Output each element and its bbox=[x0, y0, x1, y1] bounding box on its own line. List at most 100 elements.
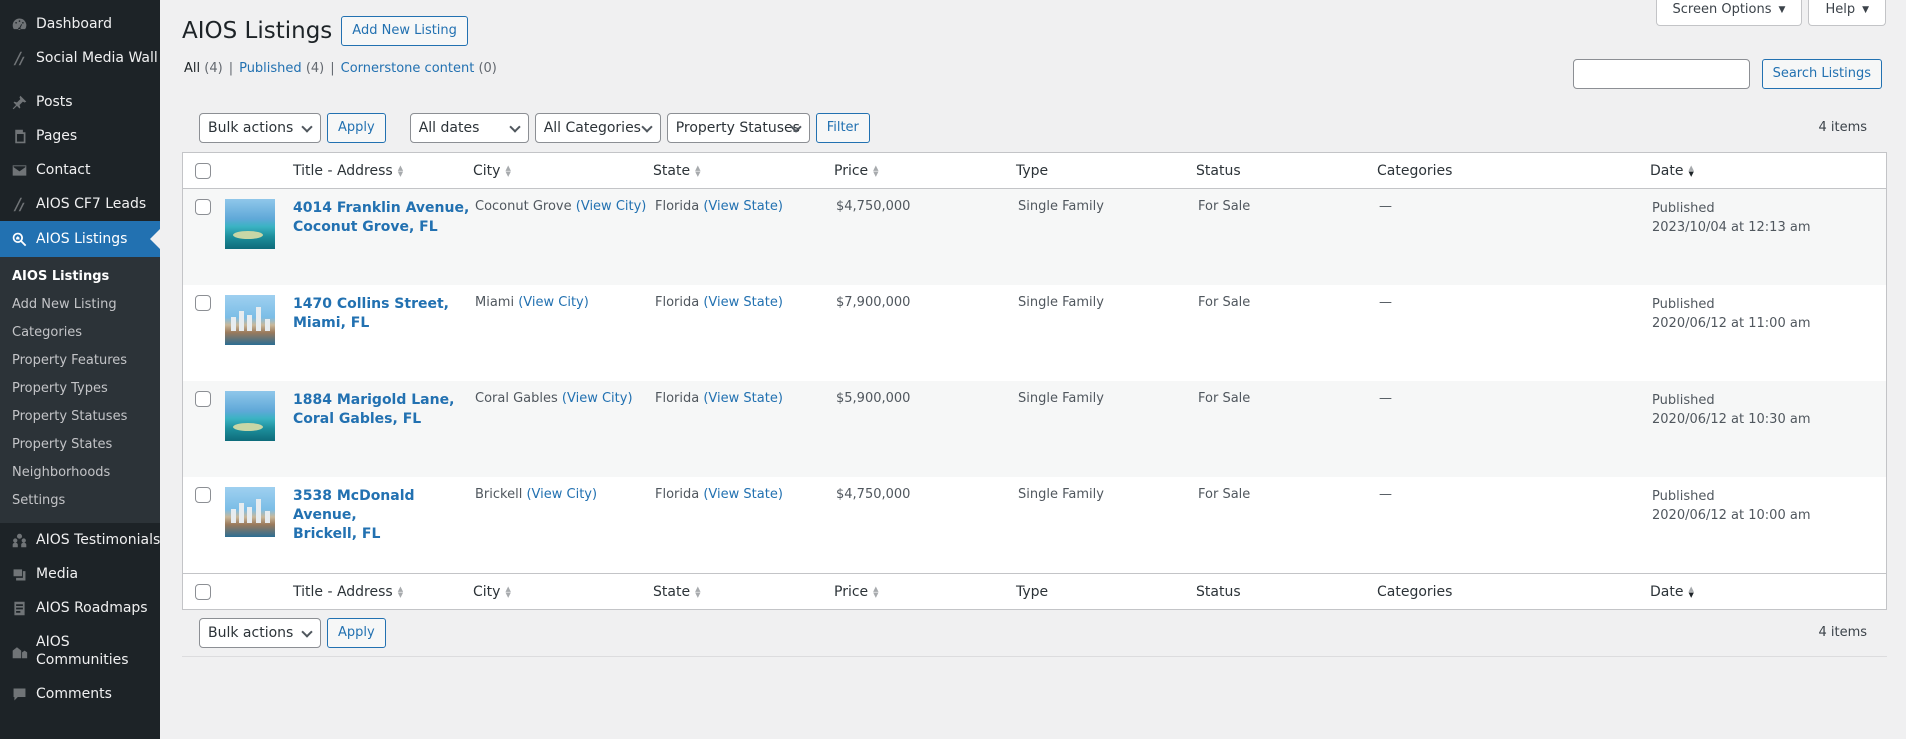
row-checkbox[interactable] bbox=[195, 199, 211, 215]
menu-aios-testimonials[interactable]: AIOS Testimonials bbox=[0, 523, 160, 557]
apply-button[interactable]: Apply bbox=[327, 618, 386, 648]
row-checkbox[interactable] bbox=[195, 295, 211, 311]
view-cornerstone-link[interactable]: Cornerstone content bbox=[341, 61, 475, 76]
select-all-checkbox[interactable] bbox=[195, 162, 211, 179]
type-value: Single Family bbox=[1018, 391, 1104, 406]
screen-options-button[interactable]: Screen Options ▼ bbox=[1655, 0, 1803, 26]
help-button[interactable]: Help ▼ bbox=[1808, 0, 1886, 26]
menu-aios-cf7-leads[interactable]: AIOS CF7 Leads bbox=[0, 187, 160, 221]
pages-icon bbox=[10, 127, 28, 145]
search-listings-button[interactable]: Search Listings bbox=[1761, 59, 1882, 89]
menu-media[interactable]: Media bbox=[0, 557, 160, 591]
table-row: 4014 Franklin Avenue, Coconut Grove, FL Co… bbox=[183, 189, 1886, 285]
menu-aios-listings[interactable]: AIOS Listings bbox=[0, 221, 160, 257]
submenu-settings[interactable]: Settings bbox=[0, 487, 160, 515]
column-categories: Categories bbox=[1377, 162, 1453, 179]
add-new-listing-button[interactable]: Add New Listing bbox=[341, 16, 468, 46]
menu-label: AIOS Listings bbox=[36, 231, 128, 247]
filter-button[interactable]: Filter bbox=[815, 113, 870, 143]
view-state-link[interactable]: (View State) bbox=[703, 487, 783, 502]
sort-icon: ▲ ▼ bbox=[1688, 163, 1694, 178]
communities-icon bbox=[10, 642, 28, 660]
menu-aios-roadmaps[interactable]: AIOS Roadmaps bbox=[0, 591, 160, 625]
menu-dashboard[interactable]: Dashboard bbox=[0, 7, 160, 41]
view-state-link[interactable]: (View State) bbox=[703, 199, 783, 214]
submenu-aios-listings[interactable]: AIOS Listings bbox=[0, 263, 160, 291]
categories-select[interactable]: All Categories bbox=[534, 113, 661, 143]
listing-thumbnail[interactable] bbox=[225, 199, 275, 249]
table-header: Title - Address ▲ ▼ City ▲ ▼ State ▲ ▼ Price ▲ ▼… bbox=[183, 153, 1886, 189]
column-title[interactable]: Title - Address ▲ ▼ bbox=[291, 163, 471, 179]
view-city-link[interactable]: (View City) bbox=[562, 391, 633, 406]
type-value: Single Family bbox=[1018, 295, 1104, 310]
view-published-link[interactable]: Published bbox=[239, 61, 302, 76]
view-city-link[interactable]: (View City) bbox=[576, 199, 647, 214]
column-title[interactable]: Title - Address ▲ ▼ bbox=[291, 584, 471, 600]
submenu-categories[interactable]: Categories bbox=[0, 319, 160, 347]
menu-label: AIOS CF7 Leads bbox=[36, 196, 147, 212]
submenu-neighborhoods[interactable]: Neighborhoods bbox=[0, 459, 160, 487]
categories-value: — bbox=[1379, 391, 1392, 406]
price-value: $4,750,000 bbox=[836, 199, 911, 214]
property-statuses-select[interactable]: Property Statuses bbox=[666, 113, 810, 143]
tablenav-top: Bulk actions Apply All dates All Categor… bbox=[199, 113, 870, 143]
listing-thumbnail[interactable] bbox=[225, 391, 275, 441]
bulk-actions-select[interactable]: Bulk actions bbox=[199, 113, 321, 143]
submenu-property-types[interactable]: Property Types bbox=[0, 375, 160, 403]
column-date[interactable]: Date ▲ ▼ bbox=[1648, 163, 1886, 179]
listing-thumbnail[interactable] bbox=[225, 487, 275, 537]
column-price[interactable]: Price ▲ ▼ bbox=[832, 584, 1014, 600]
bulk-actions-select[interactable]: Bulk actions bbox=[199, 618, 321, 648]
listing-title-link[interactable]: 1884 Marigold Lane, Coral Gables, FL bbox=[293, 392, 454, 427]
listings-icon bbox=[10, 230, 28, 248]
menu-contact[interactable]: Contact bbox=[0, 153, 160, 187]
submenu-property-features[interactable]: Property Features bbox=[0, 347, 160, 375]
row-checkbox[interactable] bbox=[195, 487, 211, 503]
column-city[interactable]: City ▲ ▼ bbox=[471, 163, 651, 179]
view-state-link[interactable]: (View State) bbox=[703, 295, 783, 310]
column-state[interactable]: State ▲ ▼ bbox=[651, 163, 832, 179]
view-all-count: (4) bbox=[204, 61, 223, 76]
column-price[interactable]: Price ▲ ▼ bbox=[832, 163, 1014, 179]
search-box: Search Listings bbox=[1572, 59, 1882, 89]
menu-aios-communities[interactable]: AIOS Communities bbox=[0, 625, 160, 677]
menu-label: AIOS Testimonials bbox=[36, 532, 160, 548]
row-checkbox[interactable] bbox=[195, 391, 211, 407]
menu-label: Comments bbox=[36, 686, 112, 702]
menu-posts[interactable]: Posts bbox=[0, 85, 160, 119]
menu-comments[interactable]: Comments bbox=[0, 677, 160, 711]
view-city-link[interactable]: (View City) bbox=[526, 487, 597, 502]
view-all-link[interactable]: All bbox=[184, 61, 200, 76]
view-state-link[interactable]: (View State) bbox=[703, 391, 783, 406]
menu-separator bbox=[0, 75, 160, 85]
sort-icon: ▲ ▼ bbox=[1688, 584, 1694, 599]
mail-icon bbox=[10, 161, 28, 179]
sort-icon: ▲ ▼ bbox=[873, 584, 879, 599]
aios-icon bbox=[10, 195, 28, 213]
select-all-checkbox[interactable] bbox=[195, 583, 211, 600]
dates-select[interactable]: All dates bbox=[409, 113, 529, 143]
column-state[interactable]: State ▲ ▼ bbox=[651, 584, 832, 600]
city-value: Coral Gables bbox=[475, 391, 558, 406]
apply-button[interactable]: Apply bbox=[327, 113, 386, 143]
column-city[interactable]: City ▲ ▼ bbox=[471, 584, 651, 600]
submenu-property-states[interactable]: Property States bbox=[0, 431, 160, 459]
aios-icon bbox=[10, 49, 28, 67]
listing-title-link[interactable]: 3538 McDonald Avenue, Brickell, FL bbox=[293, 488, 415, 542]
column-status: Status bbox=[1196, 162, 1241, 179]
sort-icon: ▲ ▼ bbox=[505, 163, 511, 178]
submenu-add-new-listing[interactable]: Add New Listing bbox=[0, 291, 160, 319]
listing-thumbnail[interactable] bbox=[225, 295, 275, 345]
column-type: Type bbox=[1016, 583, 1049, 600]
search-input[interactable] bbox=[1572, 59, 1750, 89]
menu-pages[interactable]: Pages bbox=[0, 119, 160, 153]
status-value: For Sale bbox=[1198, 295, 1251, 310]
state-value: Florida bbox=[655, 391, 700, 406]
listing-title-link[interactable]: 1470 Collins Street, Miami, FL bbox=[293, 296, 449, 331]
menu-label: Media bbox=[36, 566, 79, 582]
menu-social-media-wall[interactable]: Social Media Wall bbox=[0, 41, 160, 75]
submenu-property-statuses[interactable]: Property Statuses bbox=[0, 403, 160, 431]
listing-title-link[interactable]: 4014 Franklin Avenue, Coconut Grove, FL bbox=[293, 200, 469, 235]
column-date[interactable]: Date ▲ ▼ bbox=[1648, 584, 1886, 600]
view-city-link[interactable]: (View City) bbox=[518, 295, 589, 310]
